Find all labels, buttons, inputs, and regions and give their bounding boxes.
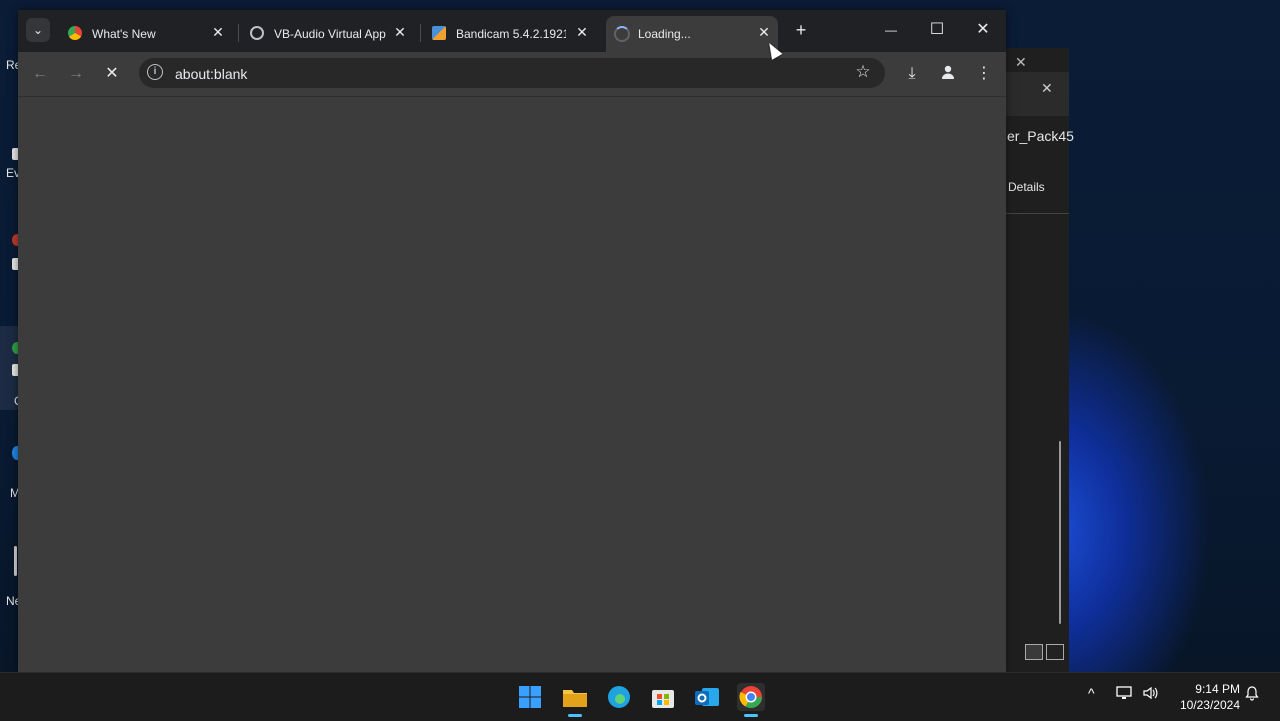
browser-toolbar: ← → ✕ i ☆ ⤓ ⋮ bbox=[18, 52, 1006, 97]
chrome-button[interactable] bbox=[737, 683, 765, 717]
stop-loading-button[interactable]: ✕ bbox=[102, 64, 122, 84]
network-icon[interactable] bbox=[1116, 685, 1132, 704]
download-icon[interactable]: ⤓ bbox=[902, 64, 922, 84]
edge-button[interactable] bbox=[605, 683, 633, 711]
close-icon[interactable]: ✕ bbox=[392, 24, 408, 40]
tab-divider bbox=[420, 24, 421, 42]
store-icon bbox=[652, 690, 674, 708]
edge-icon bbox=[608, 686, 630, 708]
bell-icon bbox=[1245, 686, 1259, 701]
large-icons-view-icon[interactable] bbox=[1046, 644, 1064, 660]
globe-icon bbox=[250, 26, 264, 40]
tab-loading[interactable]: Loading... ✕ bbox=[606, 16, 778, 52]
outlook-icon bbox=[695, 688, 719, 706]
details-view-icon[interactable] bbox=[1025, 644, 1043, 660]
menu-icon[interactable]: ⋮ bbox=[974, 64, 994, 84]
close-window-button[interactable]: ✕ bbox=[968, 18, 998, 42]
new-tab-button[interactable]: + bbox=[792, 21, 810, 39]
close-icon[interactable]: ✕ bbox=[210, 24, 226, 40]
folder-icon bbox=[563, 690, 587, 707]
info-icon[interactable]: i bbox=[147, 64, 163, 80]
divider bbox=[1001, 213, 1069, 214]
tray-chevron-icon[interactable]: ^ bbox=[1088, 685, 1095, 701]
bookmark-star-icon[interactable]: ☆ bbox=[853, 62, 873, 82]
volume-icon[interactable] bbox=[1142, 685, 1158, 704]
scrollbar[interactable] bbox=[1059, 441, 1061, 624]
tab-divider bbox=[238, 24, 239, 42]
maximize-button[interactable]: ☐ bbox=[922, 18, 952, 42]
tab-title: VB-Audio Virtual App bbox=[274, 27, 386, 41]
store-button[interactable] bbox=[649, 683, 677, 711]
person-icon bbox=[942, 65, 954, 79]
address-bar[interactable]: i ☆ bbox=[139, 58, 885, 88]
details-button[interactable]: Details bbox=[1008, 180, 1045, 194]
tab-title: Bandicam 5.4.2.1921 bbox=[456, 27, 566, 41]
speaker-icon bbox=[1143, 686, 1158, 700]
tab-whats-new[interactable]: What's New ✕ bbox=[60, 16, 232, 52]
desktop-icon-c[interactable]: C bbox=[0, 326, 23, 410]
window-titlebar bbox=[1001, 72, 1069, 116]
chrome-icon bbox=[739, 686, 762, 708]
page-content bbox=[18, 97, 1006, 672]
monitor-icon bbox=[1116, 686, 1132, 699]
start-button[interactable] bbox=[516, 683, 544, 711]
app-icon bbox=[14, 546, 17, 576]
close-icon[interactable]: ✕ bbox=[574, 24, 590, 40]
taskbar: ^ 9:14 PM 10/23/2024 bbox=[0, 672, 1280, 721]
clock-time: 9:14 PM bbox=[1195, 682, 1240, 696]
back-button[interactable]: ← bbox=[30, 64, 50, 84]
minimize-button[interactable]: — bbox=[876, 18, 906, 42]
tab-vb-audio[interactable]: VB-Audio Virtual App ✕ bbox=[242, 16, 414, 52]
url-input[interactable] bbox=[173, 62, 837, 86]
tab-title: What's New bbox=[92, 27, 156, 41]
chevron-down-icon[interactable]: ⌄ bbox=[26, 18, 50, 42]
file-explorer-button[interactable] bbox=[561, 683, 589, 717]
tab-title: Loading... bbox=[638, 27, 691, 41]
tab-bandicam[interactable]: Bandicam 5.4.2.1921 ✕ bbox=[424, 16, 596, 52]
background-explorer-window[interactable]: ✕ ✕ er_Pack45 Details bbox=[1000, 48, 1074, 672]
outlook-button[interactable] bbox=[693, 683, 721, 711]
chrome-window: ⌄ What's New ✕ VB-Audio Virtual App ✕ Ba… bbox=[18, 10, 1006, 672]
chrome-icon bbox=[68, 26, 82, 40]
close-icon[interactable]: ✕ bbox=[756, 24, 772, 40]
loading-spinner-icon bbox=[614, 26, 630, 42]
profile-icon[interactable] bbox=[938, 64, 958, 84]
window-title-fragment: er_Pack45 bbox=[1007, 128, 1074, 144]
notification-icon[interactable] bbox=[1244, 685, 1260, 704]
close-icon[interactable]: ✕ bbox=[1041, 80, 1053, 97]
forward-button[interactable]: → bbox=[66, 64, 86, 84]
bandicam-icon bbox=[432, 26, 446, 40]
windows-logo-icon bbox=[519, 686, 541, 708]
close-icon[interactable]: ✕ bbox=[1015, 54, 1027, 71]
clock-date: 10/23/2024 bbox=[1179, 698, 1240, 712]
clock[interactable]: 9:14 PM 10/23/2024 bbox=[1168, 681, 1240, 713]
tab-strip: ⌄ What's New ✕ VB-Audio Virtual App ✕ Ba… bbox=[18, 10, 1006, 52]
